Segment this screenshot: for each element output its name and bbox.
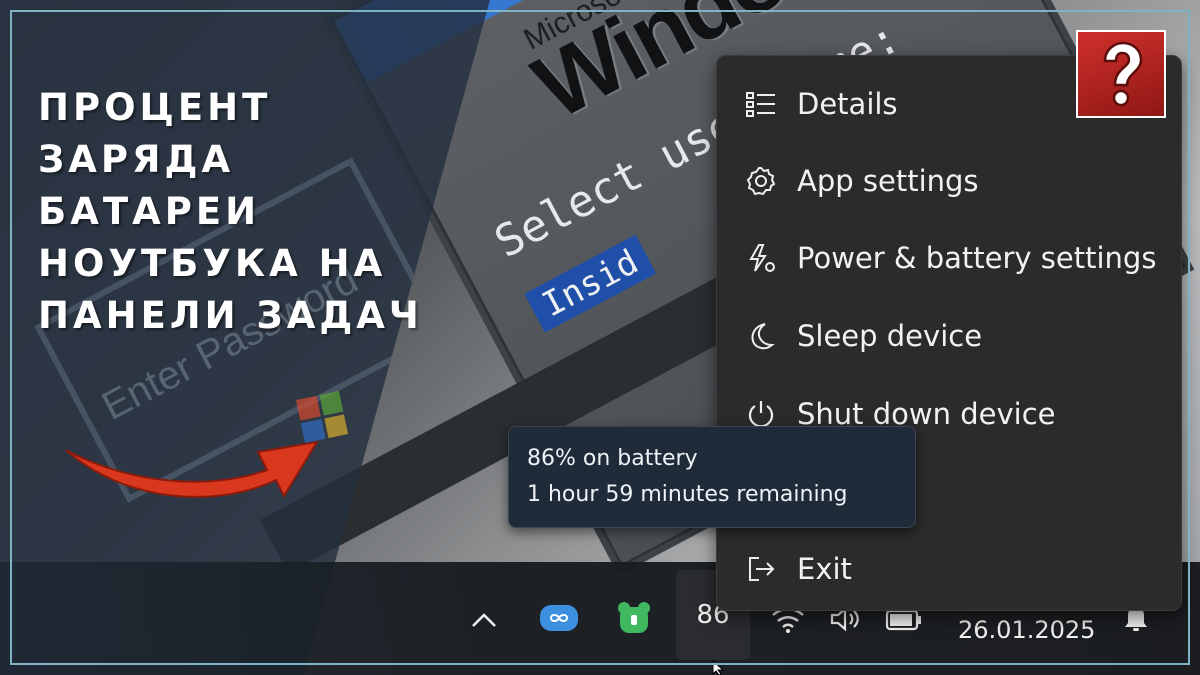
chevron-up-icon (472, 613, 496, 627)
battery-settings-icon (749, 244, 775, 272)
moon-icon (751, 323, 775, 350)
infinity-app-icon (540, 605, 578, 631)
menu-item-power-battery-settings[interactable]: Power & battery settings (717, 228, 1181, 288)
mouse-cursor-icon (712, 660, 725, 675)
menu-item-app-settings[interactable]: App settings (717, 151, 1181, 211)
menu-item-label: Sleep device (797, 319, 983, 353)
menu-item-label: Power & battery settings (797, 241, 1157, 275)
title-line: БАТАРЕИ (38, 190, 261, 233)
menu-item-label: App settings (797, 164, 979, 198)
title-line: НОУТБУКА НА (38, 242, 387, 285)
title-line: ПРОЦЕНТ (38, 86, 272, 129)
question-mark-icon (1103, 41, 1143, 107)
title-line: ПАНЕЛИ ЗАДАЧ (38, 294, 423, 337)
details-list-icon (746, 92, 775, 117)
battery-tooltip: 86% on battery 1 hour 59 minutes remaini… (508, 426, 916, 528)
exit-icon (749, 557, 775, 581)
taskbar-date[interactable]: 26.01.2025 (958, 616, 1095, 644)
menu-item-exit[interactable]: Exit (717, 539, 1181, 599)
title-line: ЗАРЯДА (38, 138, 235, 181)
tray-app-infinity[interactable] (538, 600, 580, 636)
help-badge[interactable] (1076, 30, 1166, 118)
menu-item-sleep-device[interactable]: Sleep device (717, 306, 1181, 366)
red-arrow-icon (65, 440, 319, 499)
show-hidden-icons-button[interactable] (466, 602, 502, 638)
gear-icon (746, 167, 776, 196)
tray-app-green[interactable] (614, 598, 654, 638)
menu-item-label: Details (797, 87, 898, 121)
tooltip-time-remaining: 1 hour 59 minutes remaining (527, 482, 848, 507)
tooltip-battery-percent: 86% on battery (527, 446, 698, 471)
green-bear-app-icon (618, 602, 650, 633)
menu-item-label: Exit (797, 552, 852, 586)
page-title: ПРОЦЕНТ ЗАРЯДА БАТАРЕИ НОУТБУКА НА ПАНЕЛ… (38, 82, 423, 342)
